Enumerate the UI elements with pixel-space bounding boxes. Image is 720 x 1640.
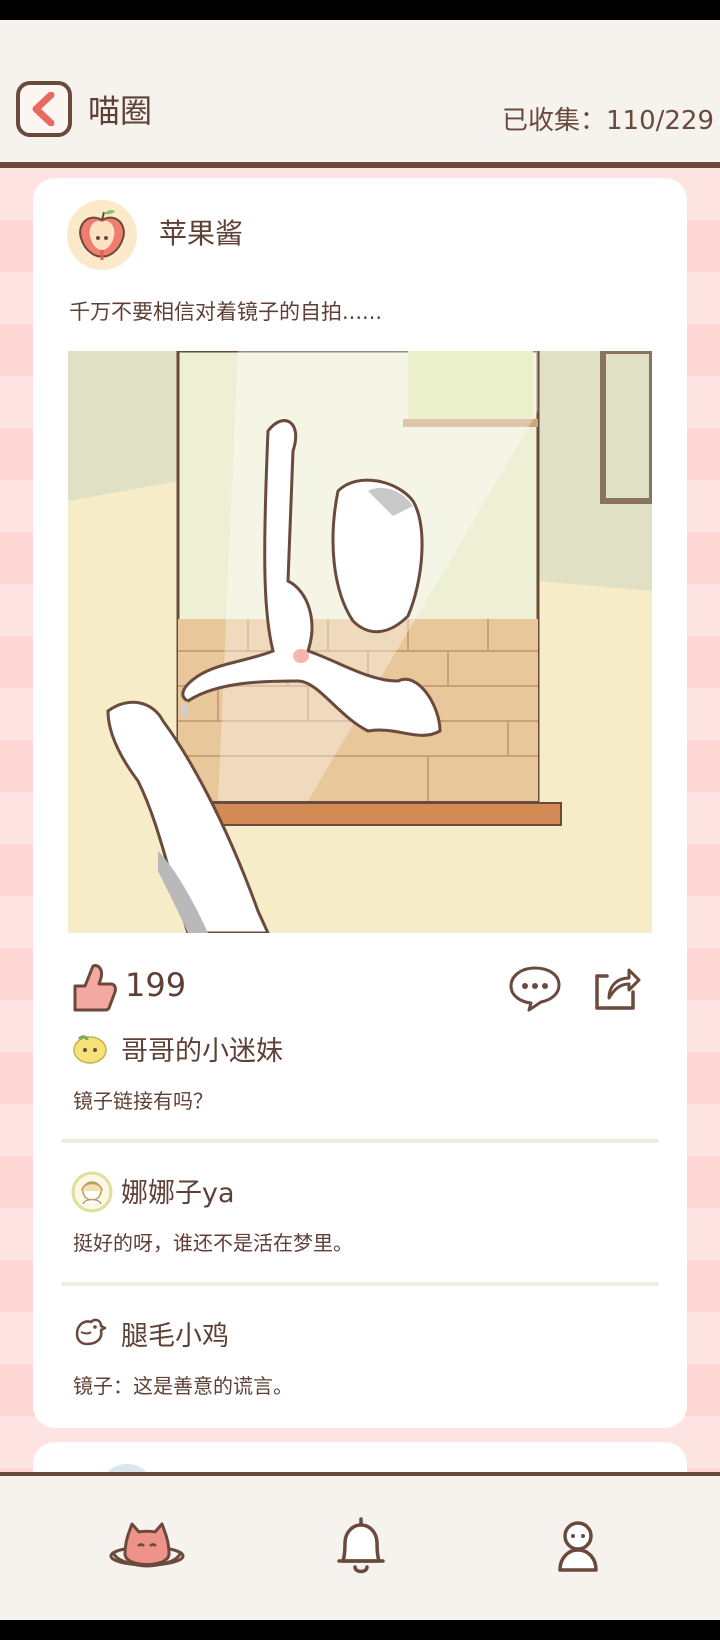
like-count: 199 [125, 966, 187, 1004]
tab-bar [0, 1476, 720, 1620]
comment-username[interactable]: 腿毛小鸡 [121, 1314, 229, 1353]
comment-text: 挺好的呀，谁还不是活在梦里。 [73, 1231, 353, 1255]
chick-icon [75, 1318, 107, 1346]
post-image[interactable] [68, 351, 652, 933]
next-post-card[interactable] [33, 1442, 687, 1472]
chevron-left-icon [32, 92, 55, 126]
next-post-avatar [99, 1464, 155, 1472]
collect-count: 已收集：110/229 [501, 106, 714, 136]
apple-icon [79, 210, 125, 260]
bell-icon [337, 1517, 385, 1574]
comment-username[interactable]: 哥哥的小迷妹 [121, 1029, 283, 1068]
tab-profile[interactable] [530, 1498, 626, 1594]
page-title: 喵圈 [88, 92, 153, 130]
feed[interactable]: 苹果酱 千万不要相信对着镜子的自拍...... 199 哥哥的小迷妹 镜子链接有… [0, 168, 720, 1472]
profile-icon [558, 1521, 598, 1572]
comment-icon[interactable] [507, 962, 563, 1012]
share-icon[interactable] [589, 962, 641, 1012]
post-actions: 199 [33, 958, 687, 1018]
tab-notifications[interactable] [313, 1498, 409, 1594]
post-text: 千万不要相信对着镜子的自拍...... [69, 300, 383, 324]
cat-mirror-illustration [68, 351, 652, 933]
comment-text: 镜子链接有吗？ [73, 1089, 213, 1113]
girl-avatar-icon [71, 1171, 113, 1213]
comment-divider [61, 1139, 659, 1143]
tab-cat-circle[interactable] [99, 1498, 195, 1594]
author-name[interactable]: 苹果酱 [159, 212, 243, 252]
lemon-icon [73, 1035, 107, 1064]
cat-planet-icon [109, 1522, 185, 1568]
comment-divider [61, 1282, 659, 1286]
thumbs-up-icon[interactable] [69, 960, 117, 1012]
author-avatar[interactable] [67, 200, 137, 270]
back-button[interactable] [16, 81, 72, 137]
system-nav-bar [0, 1620, 720, 1640]
post-card: 苹果酱 千万不要相信对着镜子的自拍...... 199 哥哥的小迷妹 镜子链接有… [33, 178, 687, 1428]
comment-text: 镜子：这是善意的谎言。 [73, 1374, 293, 1398]
status-bar [0, 0, 720, 20]
comment-username[interactable]: 娜娜子ya [121, 1171, 235, 1210]
header: 喵圈 已收集：110/229 [0, 20, 720, 162]
